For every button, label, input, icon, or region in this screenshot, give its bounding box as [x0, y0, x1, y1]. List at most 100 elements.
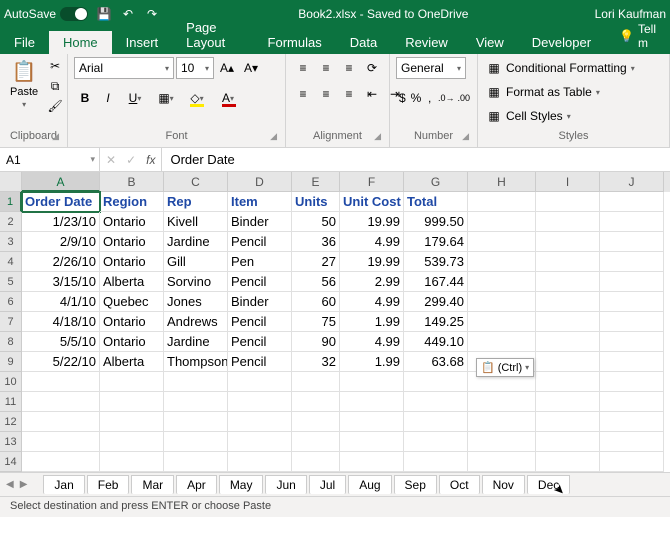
copy-icon[interactable]: ⧉: [46, 77, 64, 95]
cell[interactable]: Units: [292, 192, 340, 212]
cell[interactable]: 4.99: [340, 292, 404, 312]
cell[interactable]: [468, 252, 536, 272]
cell[interactable]: [600, 272, 664, 292]
cell[interactable]: 167.44: [404, 272, 468, 292]
redo-icon[interactable]: ↷: [144, 6, 160, 22]
format-as-table-button[interactable]: ▦Format as Table▾: [484, 81, 637, 103]
increase-decimal-icon[interactable]: .0→: [437, 87, 456, 109]
align-left-icon[interactable]: ≡: [292, 83, 314, 105]
cell[interactable]: Total: [404, 192, 468, 212]
col-header[interactable]: C: [164, 172, 228, 192]
cell[interactable]: Gill: [164, 252, 228, 272]
cell[interactable]: [100, 432, 164, 452]
comma-format-icon[interactable]: ,: [423, 87, 436, 109]
cell[interactable]: 4.99: [340, 232, 404, 252]
cell[interactable]: [228, 412, 292, 432]
font-color-button[interactable]: A ▾: [213, 87, 243, 109]
sheet-tab-feb[interactable]: Feb: [87, 475, 130, 494]
cell[interactable]: 19.99: [340, 252, 404, 272]
sheet-tab-jan[interactable]: Jan: [43, 475, 84, 494]
border-button[interactable]: ▦ ▾: [151, 87, 181, 109]
cell[interactable]: 299.40: [404, 292, 468, 312]
cell[interactable]: Pencil: [228, 352, 292, 372]
col-header[interactable]: G: [404, 172, 468, 192]
sheet-tab-sep[interactable]: Sep: [394, 475, 437, 494]
cell[interactable]: 2/26/10: [22, 252, 100, 272]
col-header[interactable]: I: [536, 172, 600, 192]
tab-view[interactable]: View: [462, 31, 518, 54]
cell[interactable]: [292, 372, 340, 392]
cell[interactable]: [468, 192, 536, 212]
cell[interactable]: Alberta: [100, 352, 164, 372]
cell[interactable]: [600, 252, 664, 272]
sheet-tab-jul[interactable]: Jul: [309, 475, 346, 494]
cell[interactable]: 1/23/10: [22, 212, 100, 232]
cell[interactable]: [600, 212, 664, 232]
fill-color-button[interactable]: ◇ ▾: [182, 87, 212, 109]
decrease-indent-icon[interactable]: ⇤: [361, 83, 383, 105]
cell[interactable]: [468, 272, 536, 292]
col-header[interactable]: A: [22, 172, 100, 192]
cell[interactable]: [468, 332, 536, 352]
tab-file[interactable]: File: [0, 31, 49, 54]
sheet-tab-dec[interactable]: Dec: [527, 475, 570, 494]
cell[interactable]: 56: [292, 272, 340, 292]
cell[interactable]: [600, 312, 664, 332]
font-name-select[interactable]: Arial▾: [74, 57, 174, 79]
row-header[interactable]: 5: [0, 272, 22, 292]
cell[interactable]: [468, 232, 536, 252]
cell[interactable]: [536, 432, 600, 452]
cell[interactable]: [340, 372, 404, 392]
sheet-tab-apr[interactable]: Apr: [176, 475, 217, 494]
select-all-triangle[interactable]: [0, 172, 22, 192]
cell[interactable]: 2.99: [340, 272, 404, 292]
cell[interactable]: [340, 452, 404, 472]
cell[interactable]: 36: [292, 232, 340, 252]
cell[interactable]: Pencil: [228, 272, 292, 292]
cell[interactable]: [404, 432, 468, 452]
row-header[interactable]: 6: [0, 292, 22, 312]
cell[interactable]: [600, 392, 664, 412]
save-icon[interactable]: 💾: [96, 6, 112, 22]
cell[interactable]: [228, 432, 292, 452]
cell[interactable]: [292, 452, 340, 472]
cell[interactable]: [468, 432, 536, 452]
cell[interactable]: [468, 212, 536, 232]
cell[interactable]: [536, 252, 600, 272]
cell[interactable]: [600, 412, 664, 432]
sheet-nav-prev-icon[interactable]: ◀: [6, 479, 14, 490]
cell[interactable]: Ontario: [100, 332, 164, 352]
align-bottom-icon[interactable]: ≡: [338, 57, 360, 79]
number-format-select[interactable]: General▾: [396, 57, 466, 79]
cell[interactable]: [536, 332, 600, 352]
cell[interactable]: Ontario: [100, 252, 164, 272]
cell[interactable]: [292, 412, 340, 432]
row-header[interactable]: 8: [0, 332, 22, 352]
cell[interactable]: 3/15/10: [22, 272, 100, 292]
cell[interactable]: Unit Cost: [340, 192, 404, 212]
cell[interactable]: [164, 452, 228, 472]
cell[interactable]: [468, 312, 536, 332]
cell[interactable]: Pencil: [228, 232, 292, 252]
cell[interactable]: 60: [292, 292, 340, 312]
dialog-launcher-icon[interactable]: ◢: [462, 131, 469, 142]
cell[interactable]: [468, 292, 536, 312]
cell[interactable]: Kivell: [164, 212, 228, 232]
cell[interactable]: [600, 352, 664, 372]
cell[interactable]: [536, 352, 600, 372]
cell[interactable]: 63.68: [404, 352, 468, 372]
cell[interactable]: [404, 452, 468, 472]
cell[interactable]: 5/22/10: [22, 352, 100, 372]
col-header[interactable]: B: [100, 172, 164, 192]
worksheet-grid[interactable]: A B C D E F G H I J 1Order DateRegionRep…: [0, 172, 670, 472]
orientation-icon[interactable]: ⟳: [361, 57, 383, 79]
increase-font-icon[interactable]: A▴: [216, 57, 238, 79]
cell[interactable]: [340, 412, 404, 432]
cell[interactable]: 5/5/10: [22, 332, 100, 352]
row-header[interactable]: 3: [0, 232, 22, 252]
cell[interactable]: Pen: [228, 252, 292, 272]
format-painter-icon[interactable]: 🖌: [46, 97, 64, 115]
cell[interactable]: 449.10: [404, 332, 468, 352]
row-header[interactable]: 9: [0, 352, 22, 372]
row-header[interactable]: 11: [0, 392, 22, 412]
